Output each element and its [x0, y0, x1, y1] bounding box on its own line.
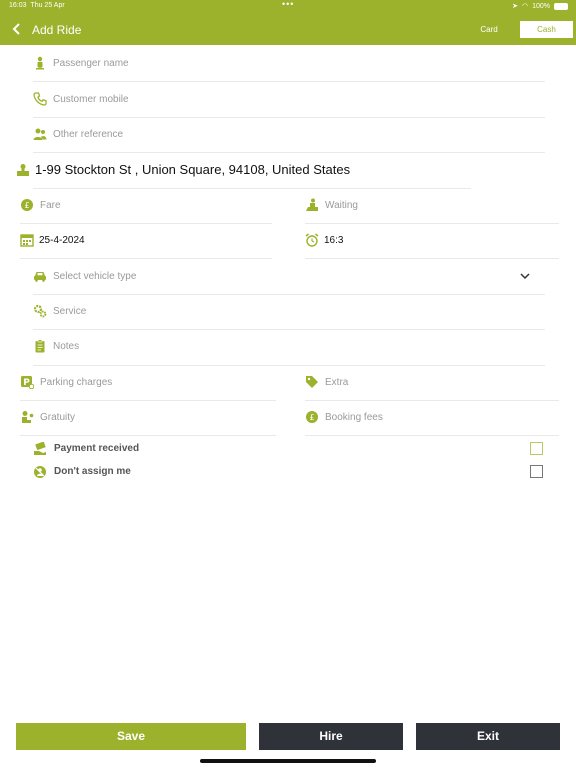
divider — [20, 258, 272, 259]
chevron-down-icon[interactable] — [519, 270, 531, 282]
pickup-address-field[interactable]: 1-99 Stockton St , Union Square, 94108, … — [16, 162, 350, 177]
divider — [305, 435, 559, 436]
passenger-name-field[interactable]: Passenger name — [33, 56, 129, 70]
booking-fees-placeholder: Booking fees — [325, 411, 383, 423]
exit-button[interactable]: Exit — [416, 723, 560, 750]
cash-payment-tab[interactable]: Cash — [520, 21, 573, 38]
payment-received-checkbox[interactable] — [530, 442, 543, 455]
car-icon — [33, 269, 47, 283]
battery-percent: 100% — [532, 2, 550, 10]
date-field[interactable]: 25-4-2024 — [20, 233, 85, 247]
dont-assign-me-label: Don't assign me — [54, 466, 131, 477]
divider — [20, 223, 272, 224]
dont-assign-me-checkbox[interactable] — [530, 465, 543, 478]
home-indicator[interactable] — [200, 759, 376, 763]
time-value: 16:3 — [324, 234, 344, 246]
pound-coin-icon: £ — [305, 410, 319, 424]
divider — [20, 400, 276, 401]
wifi-icon: ◠ — [521, 3, 529, 10]
location-icon: ➤ — [512, 3, 518, 10]
waiting-placeholder: Waiting — [325, 199, 358, 211]
parking-charges-placeholder: Parking charges — [40, 376, 113, 388]
status-time: 16:03 Thu 25 Apr — [9, 2, 65, 9]
card-payment-tab[interactable]: Card — [466, 22, 512, 38]
dont-assign-me-row: Don't assign me — [32, 464, 131, 479]
person-icon — [33, 56, 47, 70]
gratuity-field[interactable]: Gratuity — [20, 410, 75, 424]
pickup-address-value: 1-99 Stockton St , Union Square, 94108, … — [35, 162, 351, 177]
page-title: Add Ride — [32, 23, 82, 37]
parking-charges-field[interactable]: P Parking charges — [20, 375, 112, 389]
customer-mobile-placeholder: Customer mobile — [53, 93, 129, 105]
nav-bar: Add Ride Card Cash — [0, 13, 576, 45]
service-placeholder: Service — [53, 305, 87, 317]
battery-icon — [554, 2, 568, 10]
hire-button[interactable]: Hire — [259, 723, 403, 750]
service-field[interactable]: Service — [33, 304, 86, 318]
alarm-clock-icon — [305, 233, 319, 247]
notes-placeholder: Notes — [53, 340, 80, 352]
multitasking-dots[interactable]: ••• — [282, 0, 294, 9]
back-arrow-icon[interactable] — [10, 20, 24, 38]
passenger-name-placeholder: Passenger name — [53, 57, 129, 69]
time-field[interactable]: 16:3 — [305, 233, 343, 247]
calendar-icon — [20, 233, 34, 247]
address-marker-icon — [16, 163, 30, 177]
gratuity-placeholder: Gratuity — [40, 411, 76, 423]
notes-field[interactable]: Notes — [33, 339, 79, 353]
divider — [33, 188, 471, 189]
status-bar: 16:03 Thu 25 Apr ••• ➤ ◠ 100% — [0, 0, 576, 13]
money-hand-icon — [32, 441, 47, 456]
vehicle-type-select[interactable]: Select vehicle type — [33, 269, 136, 283]
fare-placeholder: Fare — [40, 199, 61, 211]
svg-text:£: £ — [24, 201, 29, 210]
payment-received-row: Payment received — [32, 441, 139, 456]
parking-icon: P — [20, 375, 34, 389]
divider — [305, 223, 559, 224]
divider — [33, 329, 545, 330]
tag-icon — [305, 375, 319, 389]
other-reference-placeholder: Other reference — [53, 128, 124, 140]
users-icon — [33, 127, 47, 141]
divider — [33, 81, 545, 82]
waiting-person-icon — [305, 198, 319, 212]
divider — [33, 152, 545, 153]
gratuity-icon — [20, 410, 34, 424]
svg-text:£: £ — [309, 413, 314, 422]
divider — [33, 365, 545, 366]
save-button[interactable]: Save — [16, 723, 246, 750]
divider — [33, 294, 545, 295]
gears-icon — [33, 304, 47, 318]
clipboard-icon — [33, 339, 47, 353]
date-value: 25-4-2024 — [39, 234, 85, 246]
other-reference-field[interactable]: Other reference — [33, 127, 123, 141]
extra-field[interactable]: Extra — [305, 375, 348, 389]
customer-mobile-field[interactable]: Customer mobile — [33, 92, 129, 106]
status-indicators: ➤ ◠ 100% — [512, 2, 568, 10]
divider — [33, 117, 545, 118]
vehicle-type-placeholder: Select vehicle type — [53, 270, 137, 282]
divider — [305, 400, 559, 401]
waiting-field[interactable]: Waiting — [305, 198, 358, 212]
fare-field[interactable]: £ Fare — [20, 198, 61, 212]
payment-received-label: Payment received — [54, 443, 140, 454]
extra-placeholder: Extra — [325, 376, 349, 388]
divider — [305, 258, 559, 259]
pound-coin-icon: £ — [20, 198, 34, 212]
divider — [20, 435, 276, 436]
phone-icon — [33, 92, 47, 106]
no-driver-icon — [32, 464, 47, 479]
booking-fees-field[interactable]: £ Booking fees — [305, 410, 383, 424]
